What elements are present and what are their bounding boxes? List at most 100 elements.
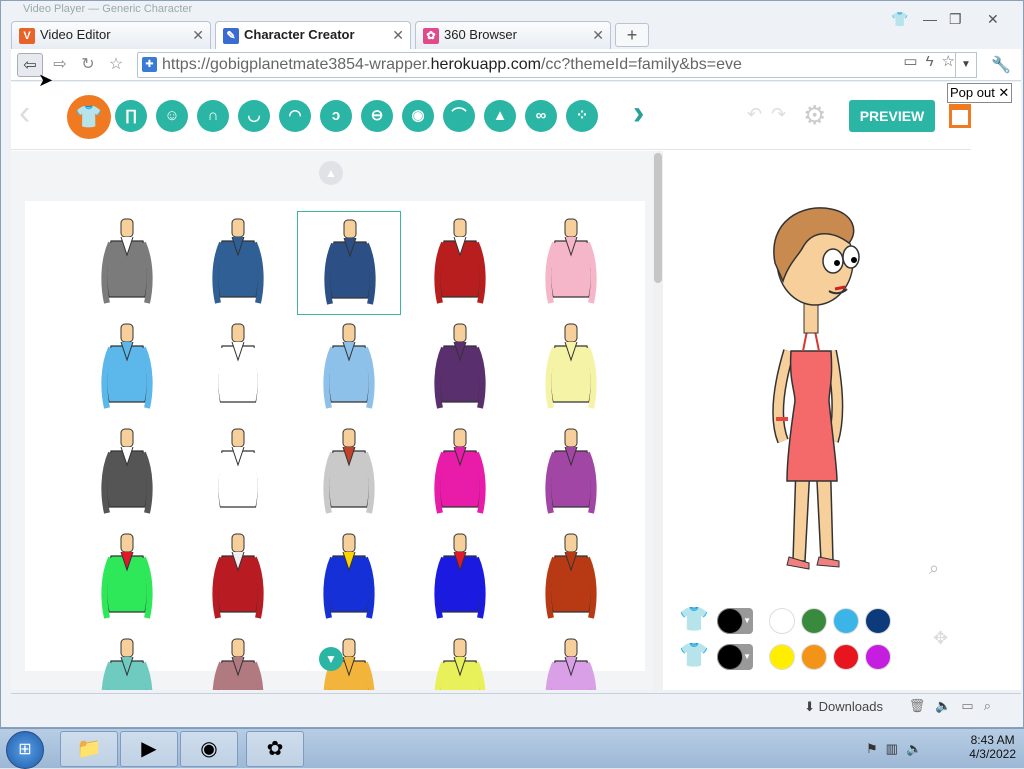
network-icon[interactable]: ▥ <box>886 741 906 756</box>
clothing-item[interactable] <box>186 316 290 420</box>
color-swatch[interactable] <box>801 644 827 670</box>
clothing-item[interactable] <box>75 421 179 525</box>
clothing-item[interactable] <box>186 211 290 315</box>
taskbar-360-browser[interactable]: ✿ <box>246 731 304 767</box>
url-path: /cc?themeId=family&bs=eve <box>540 56 742 73</box>
category-nose-bridge-button[interactable]: ⊖ <box>361 100 393 132</box>
wrench-menu-icon[interactable]: 🔧 <box>991 55 1011 75</box>
clothing-item[interactable] <box>75 316 179 420</box>
clothing-item[interactable] <box>519 631 623 690</box>
clothing-item[interactable] <box>408 211 512 315</box>
color-swatch[interactable] <box>769 644 795 670</box>
flash-icon[interactable]: ϟ <box>926 53 942 70</box>
clock[interactable]: 8:43 AM 4/3/2022 <box>969 733 1016 761</box>
speaker-icon[interactable]: 🔈 <box>935 698 961 713</box>
category-mouth-button[interactable]: ◠ <box>279 100 311 132</box>
category-next-arrow-icon[interactable]: › <box>633 94 644 133</box>
color-swatch[interactable] <box>833 644 859 670</box>
color-swatch[interactable] <box>801 608 827 634</box>
taskbar-explorer[interactable]: 📁 <box>60 731 118 767</box>
url-dropdown-button[interactable]: ▼ <box>955 52 977 78</box>
tab-360-browser[interactable]: ✿ 360 Browser ✕ <box>415 21 611 49</box>
category-facial-hair-button[interactable]: ⁘ <box>566 100 598 132</box>
preview-button[interactable]: PREVIEW <box>849 100 935 132</box>
color-swatch[interactable] <box>833 608 859 634</box>
trash-icon[interactable]: 🗑 <box>909 698 936 713</box>
taskbar-chrome[interactable]: ◉ <box>180 731 238 767</box>
toolbar: ⇦ ⇨ ↻ ☆ ✚ https://gobigplanetmate3854-wr… <box>11 49 1021 81</box>
tray-icons[interactable]: ⚑▥🔈 <box>866 741 930 757</box>
category-eyebrow-button[interactable]: ⌒ <box>443 100 475 132</box>
category-eye-button[interactable]: ◉ <box>402 100 434 132</box>
undo-icon[interactable]: ↶ <box>747 104 762 125</box>
clothing-item[interactable] <box>186 631 290 690</box>
scrollbar-thumb[interactable] <box>654 153 662 283</box>
category-prev-arrow-icon[interactable]: ‹ <box>19 94 30 133</box>
close-tab-icon[interactable]: ✕ <box>392 22 404 48</box>
maximize-icon[interactable]: ❐ <box>949 11 962 28</box>
clothing-item[interactable] <box>297 526 401 630</box>
tab-character-creator[interactable]: ✎ Character Creator ✕ <box>215 21 411 49</box>
primary-color-picker[interactable]: ▼ <box>717 608 753 634</box>
tab-label: Video Editor <box>40 27 111 42</box>
clothing-item[interactable] <box>519 421 623 525</box>
clothing-thumbnail <box>545 638 597 690</box>
flag-icon[interactable]: ⚑ <box>866 741 886 756</box>
color-swatch[interactable] <box>865 608 891 634</box>
close-tab-icon[interactable]: ✕ <box>192 22 204 48</box>
clothing-item[interactable] <box>186 526 290 630</box>
category-face-button[interactable]: ☺ <box>156 100 188 132</box>
no-video-icon[interactable]: ▭ <box>903 53 925 70</box>
clothing-item[interactable] <box>75 631 179 690</box>
clothing-item[interactable] <box>75 211 179 315</box>
clothing-item[interactable] <box>297 631 401 690</box>
grid-scrollbar[interactable] <box>653 151 663 690</box>
taskbar-media-player[interactable]: ▶ <box>120 731 178 767</box>
pop-out-button[interactable]: Pop out ✕ <box>947 83 1013 103</box>
tab-video-editor[interactable]: V Video Editor ✕ <box>11 21 211 49</box>
clothing-item[interactable] <box>297 316 401 420</box>
clothing-item[interactable] <box>186 421 290 525</box>
clothing-item[interactable] <box>519 316 623 420</box>
clothing-item[interactable] <box>408 526 512 630</box>
category-glasses-button[interactable]: ∞ <box>525 100 557 132</box>
start-button[interactable]: ⊞ <box>6 731 44 769</box>
gear-icon[interactable]: ⚙ <box>803 100 826 131</box>
minimize-icon[interactable]: — <box>923 11 937 27</box>
scroll-down-button[interactable]: ▼ <box>319 647 343 671</box>
volume-icon[interactable]: 🔈 <box>906 741 930 756</box>
move-icon[interactable]: ✥ <box>933 628 948 649</box>
clothing-item[interactable] <box>519 211 623 315</box>
close-tab-icon[interactable]: ✕ <box>592 22 604 48</box>
new-tab-button[interactable]: + <box>615 23 649 47</box>
clothing-item[interactable] <box>75 526 179 630</box>
category-nose-button[interactable]: ▲ <box>484 100 516 132</box>
zoom-icon[interactable]: ⌕ <box>984 698 1001 713</box>
clothing-item[interactable] <box>408 316 512 420</box>
status-icons[interactable]: 🗑🔈▭⌕ <box>909 698 1001 714</box>
category-jaw-button[interactable]: ◡ <box>238 100 270 132</box>
save-icon[interactable] <box>949 104 971 128</box>
bookmark-button[interactable]: ☆ <box>103 53 129 77</box>
category-pants-button[interactable]: ∏ <box>115 100 147 132</box>
clothing-item[interactable] <box>408 631 512 690</box>
skin-icon[interactable]: 👕 <box>891 11 908 28</box>
category-ear-button[interactable]: ↄ <box>320 100 352 132</box>
close-window-icon[interactable]: ✕ <box>987 11 999 28</box>
color-swatch[interactable] <box>769 608 795 634</box>
category-shirt-button[interactable]: 👕 <box>67 95 111 139</box>
clothing-item[interactable] <box>519 526 623 630</box>
secondary-color-picker[interactable]: ▼ <box>717 644 753 670</box>
clothing-item[interactable] <box>408 421 512 525</box>
zoom-magnifier-icon[interactable]: ⌕ <box>929 558 939 579</box>
redo-icon[interactable]: ↷ <box>771 104 786 125</box>
category-hair-button[interactable]: ∩ <box>197 100 229 132</box>
reload-button[interactable]: ↻ <box>75 53 101 77</box>
scroll-up-button[interactable]: ▲ <box>319 161 343 185</box>
downloads-button[interactable]: ⬇ Downloads <box>804 699 883 715</box>
clothing-item[interactable] <box>297 421 401 525</box>
color-swatch[interactable] <box>865 644 891 670</box>
clothing-item[interactable] <box>297 211 401 315</box>
screen-icon[interactable]: ▭ <box>961 698 983 713</box>
address-bar[interactable]: ✚ https://gobigplanetmate3854-wrapper.he… <box>137 52 965 78</box>
